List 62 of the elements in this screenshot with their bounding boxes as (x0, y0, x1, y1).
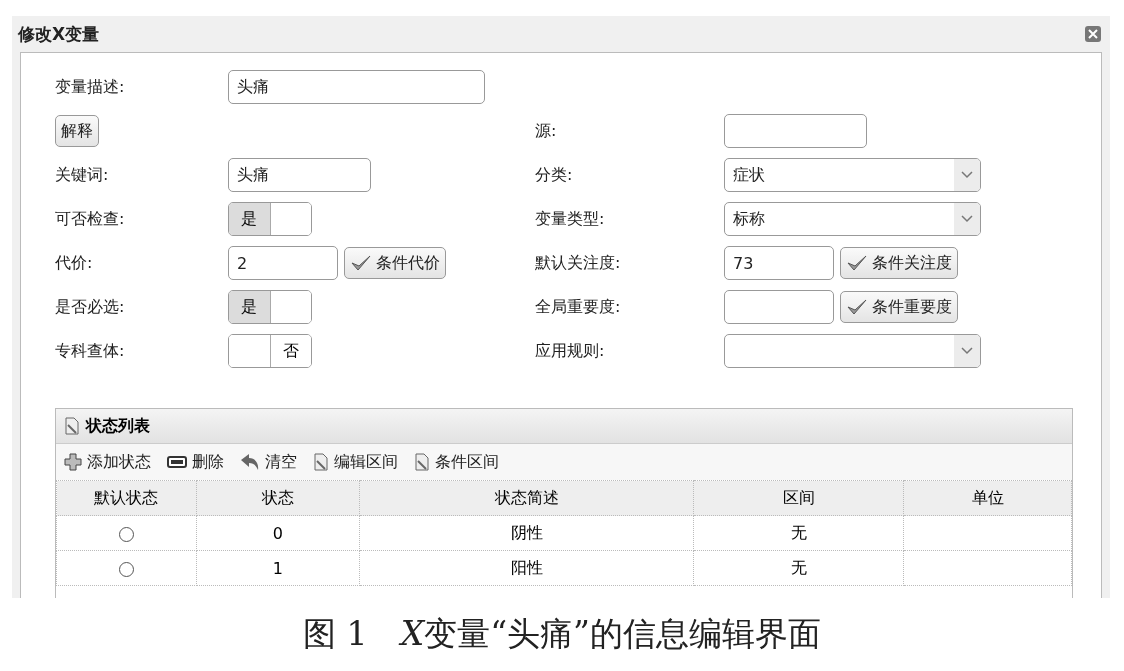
condition-button[interactable]: 条件代价 (344, 247, 446, 279)
table-cell: 阴性 (359, 515, 694, 551)
field-label: 默认关注度: (535, 252, 622, 274)
toggle-switch[interactable]: 否 (228, 334, 312, 368)
check-icon (846, 298, 868, 316)
explain-button[interactable]: 解释 (55, 115, 99, 147)
text-field[interactable]: 头痛 (228, 70, 485, 104)
table-cell: 无 (693, 550, 904, 586)
number-field[interactable]: 73 (724, 246, 834, 280)
table-cell: 1 (196, 550, 360, 586)
undo-arrow-icon (240, 453, 260, 471)
field-label: 分类: (535, 164, 574, 186)
radio-button[interactable] (118, 561, 134, 577)
table-cell: 阳性 (359, 550, 694, 586)
column-header: 状态简述 (359, 480, 694, 516)
field-label: 代价: (55, 252, 94, 274)
number-field[interactable] (724, 290, 834, 324)
column-header: 区间 (693, 480, 904, 516)
toolbar-button[interactable]: 编辑区间 (313, 451, 398, 473)
field-label: 变量类型: (535, 208, 606, 230)
number-field[interactable]: 2 (228, 246, 338, 280)
close-icon[interactable] (1084, 25, 1102, 43)
window-title: 修改X变量 (18, 22, 100, 46)
table-cell: 无 (693, 515, 904, 551)
minus-icon (167, 456, 187, 468)
column-header: 默认状态 (56, 480, 197, 516)
field-label: 全局重要度: (535, 296, 622, 318)
chevron-down-icon (961, 347, 973, 355)
plus-icon (64, 453, 82, 471)
figure-caption: 图 1 X变量“头痛”的信息编辑界面 (303, 613, 821, 655)
text-field[interactable] (724, 114, 867, 148)
dropdown[interactable]: 症状 (724, 158, 981, 192)
dropdown[interactable]: 标称 (724, 202, 981, 236)
dropdown[interactable] (724, 334, 981, 368)
text-field[interactable]: 头痛 (228, 158, 371, 192)
field-label: 源: (535, 120, 558, 142)
toolbar-button[interactable]: 删除 (167, 451, 224, 473)
condition-button[interactable]: 条件重要度 (840, 291, 958, 323)
check-icon (350, 254, 372, 272)
toolbar-button[interactable]: 清空 (240, 451, 297, 473)
toggle-switch[interactable]: 是 (228, 202, 312, 236)
field-label: 关键词: (55, 164, 110, 186)
chevron-down-icon (961, 215, 973, 223)
document-icon (313, 453, 329, 471)
toolbar-button[interactable]: 条件区间 (414, 451, 499, 473)
panel-title: 状态列表 (86, 415, 150, 437)
check-icon (846, 254, 868, 272)
field-label: 应用规则: (535, 340, 606, 362)
condition-button[interactable]: 条件关注度 (840, 247, 958, 279)
toolbar-button[interactable]: 添加状态 (64, 451, 151, 473)
toggle-switch[interactable]: 是 (228, 290, 312, 324)
table-cell: 0 (196, 515, 360, 551)
radio-button[interactable] (118, 526, 134, 542)
field-label: 是否必选: (55, 296, 126, 318)
column-header: 单位 (903, 480, 1072, 516)
column-header: 状态 (196, 480, 360, 516)
field-label: 专科查体: (55, 340, 126, 362)
field-label: 可否检查: (55, 208, 126, 230)
document-icon (414, 453, 430, 471)
document-icon (64, 417, 80, 435)
field-label: 变量描述: (55, 76, 126, 98)
chevron-down-icon (961, 171, 973, 179)
